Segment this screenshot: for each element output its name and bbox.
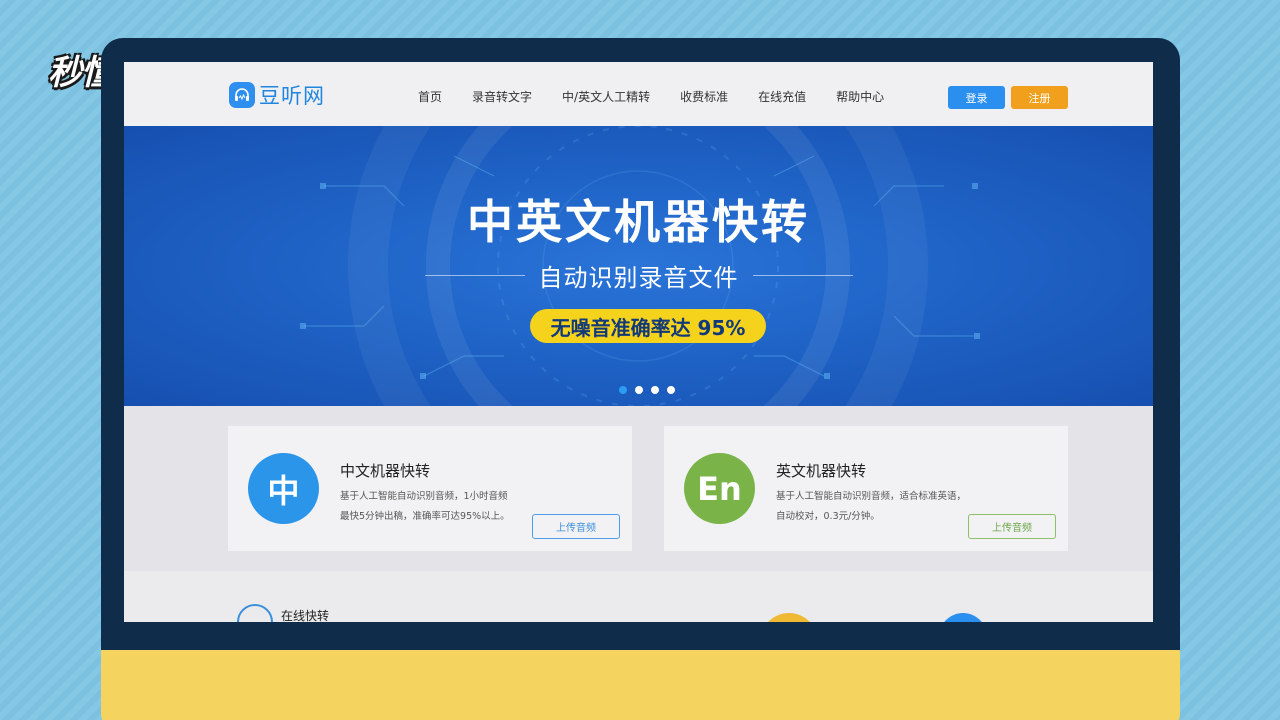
- nav-home[interactable]: 首页: [418, 88, 442, 105]
- carousel-dots: [619, 386, 683, 394]
- banner-subtitle-row: 自动识别录音文件: [124, 258, 1153, 293]
- card-title: 中文机器快转: [340, 462, 431, 480]
- nav-recharge[interactable]: 在线充值: [758, 88, 806, 105]
- lower-section: 在线快转: [124, 571, 1153, 622]
- card-desc-line2: 自动校对，0.3元/分钟。: [776, 511, 880, 522]
- decorative-circle-yellow: [760, 613, 818, 622]
- banner-subtitle: 自动识别录音文件: [538, 264, 739, 292]
- carousel-dot-3[interactable]: [651, 386, 659, 394]
- nav-help-center[interactable]: 帮助中心: [836, 88, 884, 105]
- chinese-badge-icon: 中: [248, 453, 319, 524]
- nav-manual-transcription[interactable]: 中/英文人工精转: [562, 88, 650, 105]
- robot-icon: [237, 604, 273, 622]
- card-desc-line1: 基于人工智能自动识别音频，适合标准英语，: [776, 491, 967, 502]
- nav-pricing[interactable]: 收费标准: [680, 88, 728, 105]
- site-brand[interactable]: 豆听网: [229, 80, 325, 110]
- banner-title: 中英文机器快转: [467, 195, 810, 249]
- english-machine-card: En 英文机器快转 基于人工智能自动识别音频，适合标准英语， 自动校对，0.3元…: [664, 426, 1068, 551]
- nav-recording-to-text[interactable]: 录音转文字: [472, 88, 532, 105]
- upload-audio-button-chinese[interactable]: 上传音频: [532, 514, 620, 539]
- card-title: 英文机器快转: [776, 462, 867, 480]
- register-button[interactable]: 注册: [1011, 86, 1068, 109]
- card-desc-line2: 最快5分钟出稿，准确率可达95%以上。: [340, 511, 510, 522]
- headphones-icon: [229, 82, 255, 108]
- hero-banner[interactable]: 中英文机器快转 自动识别录音文件 无噪音准确率达 95%: [124, 126, 1153, 406]
- divider-right: [752, 275, 853, 276]
- upload-audio-button-english[interactable]: 上传音频: [968, 514, 1056, 539]
- top-navigation-bar: 豆听网 首页 录音转文字 中/英文人工精转 收费标准 在线充值 帮助中心 登录 …: [124, 62, 1153, 126]
- accuracy-pill: 无噪音准确率达 95%: [530, 309, 766, 343]
- decorative-circle-blue: [939, 613, 987, 622]
- website-screen: 豆听网 首页 录音转文字 中/英文人工精转 收费标准 在线充值 帮助中心 登录 …: [124, 62, 1153, 622]
- brand-name: 豆听网: [259, 84, 325, 108]
- carousel-dot-4[interactable]: [667, 386, 675, 394]
- divider-left: [424, 275, 525, 276]
- chinese-machine-card: 中 中文机器快转 基于人工智能自动识别音频，1小时音频 最快5分钟出稿，准确率可…: [228, 426, 632, 551]
- main-menu: 首页 录音转文字 中/英文人工精转 收费标准 在线充值 帮助中心: [418, 88, 884, 105]
- login-button[interactable]: 登录: [948, 86, 1005, 109]
- online-fast-title: 在线快转: [281, 609, 330, 622]
- carousel-dot-1[interactable]: [619, 386, 627, 394]
- card-desc-line1: 基于人工智能自动识别音频，1小时音频: [340, 491, 508, 502]
- monitor-stand: [101, 650, 1180, 720]
- service-cards: 中 中文机器快转 基于人工智能自动识别音频，1小时音频 最快5分钟出稿，准确率可…: [124, 406, 1153, 571]
- english-badge-icon: En: [684, 453, 755, 524]
- carousel-dot-2[interactable]: [635, 386, 643, 394]
